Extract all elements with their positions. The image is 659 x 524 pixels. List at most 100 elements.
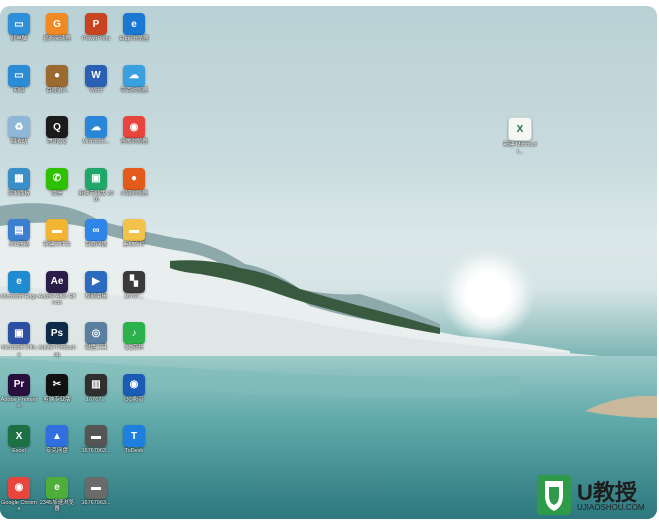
desktop-icon-label: Microsoft... xyxy=(82,139,110,145)
weather-shortcut[interactable]: ☁ 夸克浏览器 xyxy=(115,62,153,112)
foxit-pdf-shortcut[interactable]: G 福昕阅读器 xyxy=(38,10,76,60)
watermark-url: UJIAOSHOU.COM xyxy=(577,503,645,512)
video-icon: ▶ xyxy=(85,270,107,293)
ie-edge-icon: e xyxy=(123,13,145,35)
image-file-shortcut[interactable]: ▬ 16767963... xyxy=(77,474,115,520)
network-shortcut[interactable]: ▭ 网络 xyxy=(0,62,38,112)
archive-shortcut[interactable]: ▤ 360压缩 xyxy=(0,216,38,266)
onedrive-shortcut[interactable]: ☁ Microsoft... xyxy=(77,113,115,163)
desktop-icon-label: Edge浏览器 xyxy=(119,36,149,42)
photoshop-shortcut[interactable]: Ps Adobe Photoshop xyxy=(38,319,76,369)
firefox-icon: ● xyxy=(123,167,145,190)
image-file-icon: ▚ xyxy=(123,270,145,293)
after-effects-shortcut[interactable]: Ae Adobe After Effects xyxy=(38,268,76,318)
desktop[interactable]: ▭ 此电脑 G 福昕阅读器 P PowerPoint e Edge浏览器 ▭ 网络 ● 百度输入 W Wo… xyxy=(0,6,657,519)
image-file-shortcut[interactable]: ▚ 16767... xyxy=(115,268,153,318)
onedrive-icon: ☁ xyxy=(85,116,107,138)
desktop-icon-label: 16767963... xyxy=(81,499,111,506)
desktop-icon-label: Microsoft Edge xyxy=(0,293,38,300)
desktop-icon-label: Adobe After Effects xyxy=(38,293,76,307)
wechat-icon: ✆ xyxy=(46,167,68,190)
word-icon: W xyxy=(85,64,107,87)
desktop-icon-label: 此电脑 xyxy=(10,36,28,42)
folder-icon: ▬ xyxy=(46,219,68,241)
excel-file-icon[interactable]: X 新建 Microsoft... xyxy=(501,114,539,164)
word-shortcut[interactable]: W Word xyxy=(77,62,115,112)
desktop-icon-label: 新建文件夹 xyxy=(43,242,71,248)
video-shortcut[interactable]: ▶ 视频编辑 xyxy=(77,268,115,318)
control-panel-shortcut[interactable]: ▦ 控制面板 xyxy=(0,165,38,215)
powerpoint-shortcut[interactable]: P PowerPoint xyxy=(77,10,115,60)
firefox-shortcut[interactable]: ● 火狐浏览器 xyxy=(115,165,153,215)
acorn-shortcut[interactable]: ● 百度输入 xyxy=(38,62,76,112)
capcut-shortcut[interactable]: ✂ 剪映专业版 xyxy=(38,371,76,421)
folder-icon: ▬ xyxy=(123,219,145,241)
u-jiaoshou-watermark: U教授 UJIAOSHOU.COM xyxy=(535,473,653,517)
desktop-icon-label: 谷歌浏览器 xyxy=(120,139,148,145)
desktop-icon-label: 2345加速浏览器 xyxy=(39,499,75,513)
excel-icon: X xyxy=(8,425,30,447)
excel-file-icon-glyph: X xyxy=(508,117,532,141)
desktop-icon-label: 磁盘工具 xyxy=(84,345,107,351)
qq-music-shortcut[interactable]: ♪ QQ音乐 xyxy=(115,319,153,369)
green-app-icon: ▣ xyxy=(85,167,107,190)
desktop-icon-label: QQ音乐 xyxy=(124,345,144,351)
desktop-icon-label: 微信 xyxy=(51,190,63,197)
baidu-netdisk-shortcut[interactable]: ∞ 百度网盘 xyxy=(77,216,115,266)
archive-icon: ▤ xyxy=(8,219,30,241)
desktop-icon-label: QQ影音 xyxy=(124,396,144,403)
wechat-shortcut[interactable]: ✆ 微信 xyxy=(38,165,76,215)
todesk-icon: T xyxy=(123,425,145,447)
browser-shortcut[interactable]: e 2345加速浏览器 xyxy=(38,474,76,520)
todesk-shortcut[interactable]: T ToDesk xyxy=(115,422,153,472)
foxit-pdf-icon: G xyxy=(46,13,68,35)
desktop-icon-label: 16767... xyxy=(124,293,144,300)
cloud-drive-shortcut[interactable]: ▲ 夸克网盘 xyxy=(38,422,76,472)
qq-player-shortcut[interactable]: ◉ QQ影音 xyxy=(115,371,153,421)
folder-shortcut[interactable]: ▬ 新建文件夹 xyxy=(38,216,76,266)
folder-shortcut[interactable]: ▬ 素材文件 xyxy=(115,216,153,266)
image-file-shortcut[interactable]: ▬ 16767963... xyxy=(77,422,115,472)
ie-edge-shortcut[interactable]: e Edge浏览器 xyxy=(115,10,153,60)
disk-tool-shortcut[interactable]: ◎ 磁盘工具 xyxy=(77,319,115,369)
chrome-shortcut[interactable]: ◉ 谷歌浏览器 xyxy=(115,113,153,163)
chrome-shortcut[interactable]: ◉ Google Chrome xyxy=(0,474,38,520)
cloud-drive-icon: ▲ xyxy=(46,425,68,447)
edge-shortcut[interactable]: e Microsoft Edge xyxy=(0,268,38,318)
office-shortcut[interactable]: ▣ Microsoft Office xyxy=(0,319,38,369)
desktop-icon-label: Adobe Premiere xyxy=(0,396,38,410)
acorn-icon: ● xyxy=(46,64,68,87)
recycle-bin-shortcut[interactable]: ♻ 回收站 xyxy=(0,113,38,163)
qq-icon: Q xyxy=(46,116,68,138)
premiere-icon: Pr xyxy=(8,373,30,396)
green-app-shortcut[interactable]: ▣ 剪映专业版 2016 xyxy=(77,165,115,215)
premiere-shortcut[interactable]: Pr Adobe Premiere xyxy=(0,371,38,421)
capcut-icon: ✂ xyxy=(46,373,68,396)
office-icon: ▣ xyxy=(8,322,30,344)
desktop-icon-label: 控制面板 xyxy=(7,190,30,197)
recycle-bin-icon: ♻ xyxy=(8,116,30,138)
browser-icon: e xyxy=(46,476,68,499)
image-file-shortcut[interactable]: ▥ 16767... xyxy=(77,371,115,421)
image-file-icon: ▬ xyxy=(85,476,107,499)
photoshop-icon: Ps xyxy=(46,322,68,344)
qq-shortcut[interactable]: Q 腾讯QQ xyxy=(38,113,76,163)
control-panel-icon: ▦ xyxy=(8,167,30,190)
desktop-icon-label: Adobe Photoshop xyxy=(38,345,76,358)
desktop-icon-label: 16767963... xyxy=(81,448,111,454)
qq-music-icon: ♪ xyxy=(123,322,145,344)
excel-shortcut[interactable]: X Excel xyxy=(0,422,38,472)
desktop-icon-label: 夸克浏览器 xyxy=(120,87,148,94)
file-icon-label: 新建 Microsoft... xyxy=(503,142,537,155)
desktop-icon-label: 百度输入 xyxy=(45,87,68,94)
desktop-icon-label: 夸克网盘 xyxy=(45,448,68,454)
desktop-icon-label: 视频编辑 xyxy=(84,293,107,300)
network-icon: ▭ xyxy=(8,64,30,87)
after-effects-icon: Ae xyxy=(46,270,68,293)
desktop-icon-label: 腾讯QQ xyxy=(47,139,67,145)
desktop-icon-label: 福昕阅读器 xyxy=(43,36,71,42)
monitor-shortcut[interactable]: ▭ 此电脑 xyxy=(0,10,38,60)
disk-tool-icon: ◎ xyxy=(85,322,107,344)
qq-player-icon: ◉ xyxy=(123,373,145,396)
desktop-icon-label: Google Chrome xyxy=(1,499,37,513)
